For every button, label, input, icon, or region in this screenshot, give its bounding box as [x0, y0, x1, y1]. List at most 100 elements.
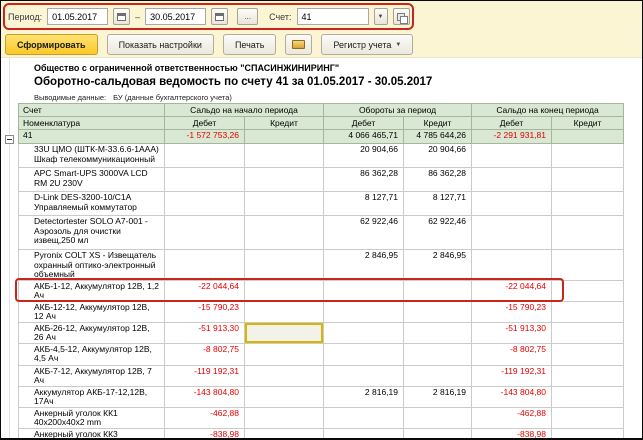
cell-snK[interactable] [245, 365, 324, 386]
nomenclature-cell[interactable]: APC Smart-UPS 3000VA LCD RM 2U 230V [19, 168, 165, 192]
cell-snD[interactable] [165, 250, 245, 281]
group-collapse-button[interactable] [5, 135, 14, 144]
cell-obD[interactable]: 4 066 465,71 [324, 130, 404, 144]
cell-skD[interactable]: -2 291 931,81 [472, 130, 552, 144]
nomenclature-cell[interactable]: Анкерный уголок КК1 40х200х40х2 mm [19, 407, 165, 428]
cell-skK[interactable] [552, 144, 624, 168]
cell-skK[interactable] [552, 301, 624, 322]
cell-obK[interactable] [404, 301, 472, 322]
cell-snK[interactable] [245, 216, 324, 250]
cell-snK[interactable] [245, 280, 324, 301]
cell-obD[interactable]: 8 127,71 [324, 192, 404, 216]
cell-skK[interactable] [552, 322, 624, 343]
cell-snK[interactable] [245, 250, 324, 281]
cell-snD[interactable]: -51 913,30 [165, 322, 245, 343]
nomenclature-cell[interactable]: АКБ-26-12, Аккумулятор 12В, 26 Ач [19, 322, 165, 343]
cell-obK[interactable]: 2 816,19 [404, 386, 472, 407]
nomenclature-cell[interactable]: 33U ЦМО (ШТК-М-33.6.6-1ААА) Шкаф телеком… [19, 144, 165, 168]
cell-obK[interactable]: 8 127,71 [404, 192, 472, 216]
cell-obD[interactable]: 20 904,66 [324, 144, 404, 168]
cell-skD[interactable] [472, 250, 552, 281]
cell-obK[interactable] [404, 428, 472, 440]
cell-obD[interactable]: 2 846,95 [324, 250, 404, 281]
cell-obK[interactable] [404, 407, 472, 428]
cell-skD[interactable] [472, 192, 552, 216]
cell-skD[interactable]: -8 802,75 [472, 343, 552, 365]
print-button[interactable]: Печать [223, 34, 276, 55]
cell-snD[interactable] [165, 216, 245, 250]
cell-skD[interactable]: -462,88 [472, 407, 552, 428]
period-from-input[interactable]: 01.05.2017 [47, 8, 108, 25]
cell-skK[interactable] [552, 216, 624, 250]
cell-snK[interactable] [245, 322, 324, 343]
cell-skD[interactable]: -51 913,30 [472, 322, 552, 343]
cell-obD[interactable] [324, 365, 404, 386]
nomenclature-cell[interactable]: АКБ-7-12, Аккумулятор 12В, 7 Ач [19, 365, 165, 386]
cell-skK[interactable] [552, 386, 624, 407]
account-input[interactable]: 41 [297, 8, 369, 25]
account-dropdown-button[interactable]: ▼ [374, 8, 388, 25]
cell-snD[interactable]: -838,98 [165, 428, 245, 440]
cell-obK[interactable]: 86 362,28 [404, 168, 472, 192]
nomenclature-cell[interactable]: Аккумулятор АКБ-17-12,12В, 17Ач [19, 386, 165, 407]
period-more-button[interactable]: ... [237, 8, 258, 25]
show-settings-button[interactable]: Показать настройки [107, 34, 214, 55]
calendar-from-button[interactable] [113, 8, 130, 25]
register-menu-button[interactable]: Регистр учета ▼ [321, 34, 413, 55]
cell-snD[interactable] [165, 144, 245, 168]
cell-skD[interactable]: -15 790,23 [472, 301, 552, 322]
send-report-button[interactable] [285, 34, 312, 55]
cell-skD[interactable] [472, 168, 552, 192]
cell-snK[interactable] [245, 144, 324, 168]
cell-obD[interactable] [324, 280, 404, 301]
nomenclature-cell[interactable]: АКБ-12-12, Аккумулятор 12В, 12 Ач [19, 301, 165, 322]
cell-skK[interactable] [552, 343, 624, 365]
cell-obD[interactable]: 62 922,46 [324, 216, 404, 250]
cell-snK[interactable] [245, 168, 324, 192]
cell-obD[interactable] [324, 428, 404, 440]
cell-snD[interactable]: -462,88 [165, 407, 245, 428]
cell-obK[interactable] [404, 365, 472, 386]
cell-obK[interactable]: 4 785 644,26 [404, 130, 472, 144]
cell-obK[interactable] [404, 322, 472, 343]
cell-obD[interactable]: 86 362,28 [324, 168, 404, 192]
cell-skK[interactable] [552, 192, 624, 216]
account-open-button[interactable] [393, 8, 410, 25]
cell-snD[interactable]: -8 802,75 [165, 343, 245, 365]
cell-snK[interactable] [245, 343, 324, 365]
cell-snK[interactable] [245, 301, 324, 322]
cell-skD[interactable]: -143 804,80 [472, 386, 552, 407]
cell-snK[interactable] [245, 428, 324, 440]
cell-skK[interactable] [552, 130, 624, 144]
cell-snD[interactable]: -119 192,31 [165, 365, 245, 386]
cell-snK[interactable] [245, 192, 324, 216]
period-to-input[interactable]: 30.05.2017 [145, 8, 206, 25]
cell-snK[interactable] [245, 407, 324, 428]
cell-skK[interactable] [552, 280, 624, 301]
nomenclature-cell[interactable]: D-Link DES-3200-10/C1A Управляемый комму… [19, 192, 165, 216]
cell-skD[interactable]: -119 192,31 [472, 365, 552, 386]
cell-snD[interactable] [165, 168, 245, 192]
cell-snD[interactable] [165, 192, 245, 216]
cell-obD[interactable] [324, 322, 404, 343]
cell-obD[interactable] [324, 301, 404, 322]
cell-skD[interactable]: -838,98 [472, 428, 552, 440]
cell-skK[interactable] [552, 428, 624, 440]
calendar-to-button[interactable] [211, 8, 228, 25]
cell-obK[interactable]: 2 846,95 [404, 250, 472, 281]
cell-skK[interactable] [552, 365, 624, 386]
cell-skD[interactable]: -22 044,64 [472, 280, 552, 301]
nomenclature-cell[interactable]: 41 [19, 130, 165, 144]
cell-skD[interactable] [472, 144, 552, 168]
nomenclature-cell[interactable]: АКБ-1-12, Аккумулятор 12В, 1,2 Ач [19, 280, 165, 301]
cell-skD[interactable] [472, 216, 552, 250]
cell-snK[interactable] [245, 386, 324, 407]
cell-obD[interactable]: 2 816,19 [324, 386, 404, 407]
cell-snD[interactable]: -143 804,80 [165, 386, 245, 407]
cell-obK[interactable]: 20 904,66 [404, 144, 472, 168]
nomenclature-cell[interactable]: Detectortester SOLO A7-001 - Аэрозоль дл… [19, 216, 165, 250]
cell-snD[interactable]: -22 044,64 [165, 280, 245, 301]
cell-obK[interactable] [404, 343, 472, 365]
cell-skK[interactable] [552, 250, 624, 281]
cell-snD[interactable]: -15 790,23 [165, 301, 245, 322]
